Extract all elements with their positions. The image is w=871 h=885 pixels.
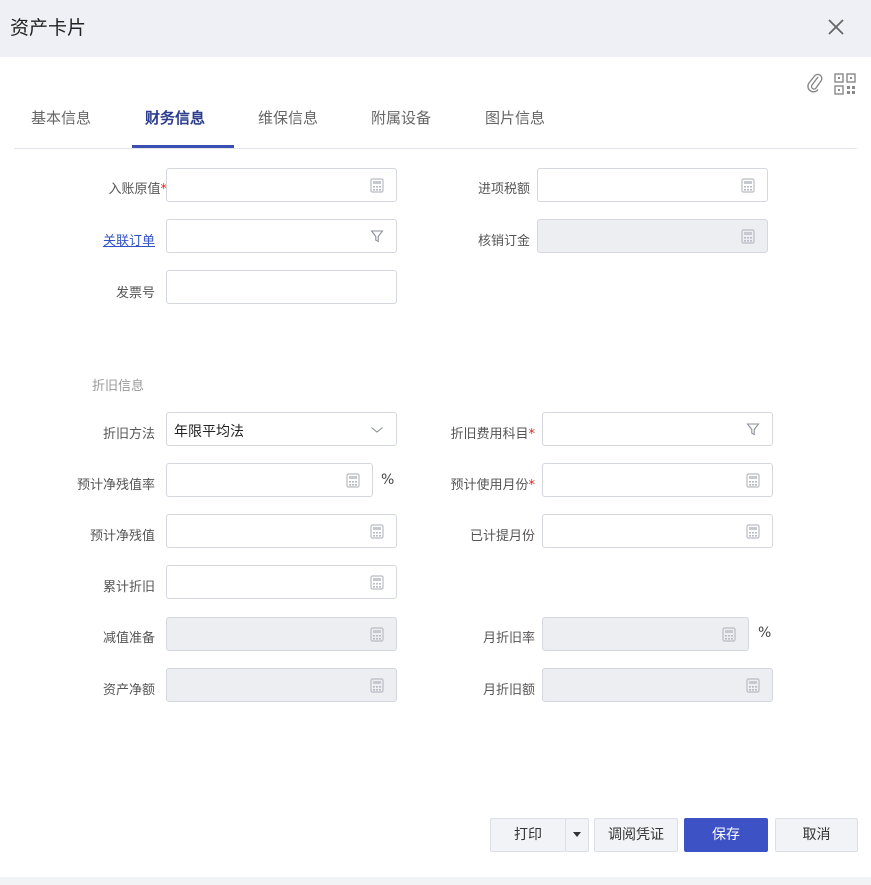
filter-icon[interactable]	[746, 422, 760, 437]
tab-image-info[interactable]: 图片信息	[485, 107, 545, 128]
close-icon[interactable]	[823, 14, 849, 40]
related-order-link[interactable]: 关联订单	[103, 230, 155, 249]
monthly-amount-field	[542, 668, 773, 702]
asset-card-dialog: 资产卡片 基本信息 财务信息 维保信息 附属设备 图片信息 入账原值* 进项税额…	[0, 0, 871, 877]
depr-method-select[interactable]: 年限平均法	[166, 412, 397, 446]
depr-method-label: 折旧方法	[102, 427, 155, 442]
writeoff-amount-field	[537, 219, 768, 253]
accum-depr-input[interactable]	[167, 566, 396, 598]
input-tax-input[interactable]	[538, 169, 767, 201]
original-value-label: 入账原值*	[108, 182, 167, 197]
calculator-icon[interactable]	[741, 178, 755, 193]
useful-months-field[interactable]	[542, 463, 773, 497]
calculator-icon[interactable]	[746, 524, 760, 539]
residual-rate-unit: %	[381, 472, 395, 488]
related-order-input[interactable]	[167, 220, 396, 252]
residual-value-label: 预计净残值	[89, 529, 155, 544]
residual-value-field[interactable]	[166, 514, 397, 548]
writeoff-amount-label: 核销订金	[477, 234, 530, 249]
print-button[interactable]: 打印	[490, 818, 566, 852]
depr-method-value: 年限平均法	[174, 424, 244, 440]
tab-basic-info[interactable]: 基本信息	[31, 107, 91, 128]
filter-icon[interactable]	[370, 229, 384, 244]
calculator-icon[interactable]	[370, 178, 384, 193]
monthly-rate-unit: %	[758, 625, 772, 641]
accrued-months-input[interactable]	[543, 515, 772, 547]
qr-code-icon[interactable]	[834, 73, 856, 95]
depr-account-label: 折旧费用科目*	[450, 427, 535, 442]
save-button[interactable]: 保存	[684, 818, 768, 852]
useful-months-label: 预计使用月份*	[450, 478, 535, 493]
residual-rate-input[interactable]	[167, 464, 372, 496]
depr-account-field[interactable]	[542, 412, 773, 446]
paperclip-icon[interactable]	[806, 72, 824, 94]
monthly-rate-label: 月折旧率	[482, 631, 535, 646]
related-order-field[interactable]	[166, 219, 397, 253]
tab-financial-info[interactable]: 财务信息	[145, 107, 205, 128]
accum-depr-label: 累计折旧	[102, 580, 155, 595]
residual-rate-label: 预计净残值率	[76, 478, 155, 493]
chevron-down-icon[interactable]	[370, 422, 384, 437]
invoice-number-input[interactable]	[167, 271, 396, 303]
net-value-field	[166, 668, 397, 702]
calculator-icon[interactable]	[370, 524, 384, 539]
invoice-number-label: 发票号	[115, 286, 155, 301]
dialog-title: 资产卡片	[10, 17, 87, 39]
calculator-icon	[370, 627, 384, 642]
tab-accessory-devices[interactable]: 附属设备	[371, 107, 431, 128]
input-tax-field[interactable]	[537, 168, 768, 202]
net-value-label: 资产净额	[102, 683, 155, 698]
input-tax-label: 进项税额	[477, 182, 530, 197]
tab-maintenance-info[interactable]: 维保信息	[258, 107, 318, 128]
invoice-number-field[interactable]	[166, 270, 397, 304]
calculator-icon[interactable]	[746, 473, 760, 488]
print-dropdown-button[interactable]	[565, 818, 589, 852]
calculator-icon	[370, 678, 384, 693]
accum-depr-field[interactable]	[166, 565, 397, 599]
calculator-icon	[741, 229, 755, 244]
residual-rate-field[interactable]	[166, 463, 373, 497]
useful-months-input[interactable]	[543, 464, 772, 496]
view-voucher-button[interactable]: 调阅凭证	[594, 818, 678, 852]
tab-bar	[0, 95, 871, 149]
accrued-months-label: 已计提月份	[469, 529, 535, 544]
accrued-months-field[interactable]	[542, 514, 773, 548]
depreciation-section-title: 折旧信息	[92, 379, 145, 394]
caret-down-icon	[573, 832, 581, 837]
calculator-icon[interactable]	[370, 575, 384, 590]
calculator-icon	[722, 627, 736, 642]
monthly-amount-label: 月折旧额	[482, 683, 535, 698]
cancel-button[interactable]: 取消	[775, 818, 858, 852]
impairment-field	[166, 617, 397, 651]
original-value-input[interactable]	[167, 169, 396, 201]
calculator-icon[interactable]	[346, 473, 360, 488]
monthly-rate-field	[542, 617, 749, 651]
impairment-label: 减值准备	[102, 631, 155, 646]
calculator-icon	[746, 678, 760, 693]
depr-account-input[interactable]	[543, 413, 772, 445]
tab-divider	[14, 148, 857, 149]
residual-value-input[interactable]	[167, 515, 396, 547]
original-value-field[interactable]	[166, 168, 397, 202]
dialog-header: 资产卡片	[0, 0, 871, 57]
